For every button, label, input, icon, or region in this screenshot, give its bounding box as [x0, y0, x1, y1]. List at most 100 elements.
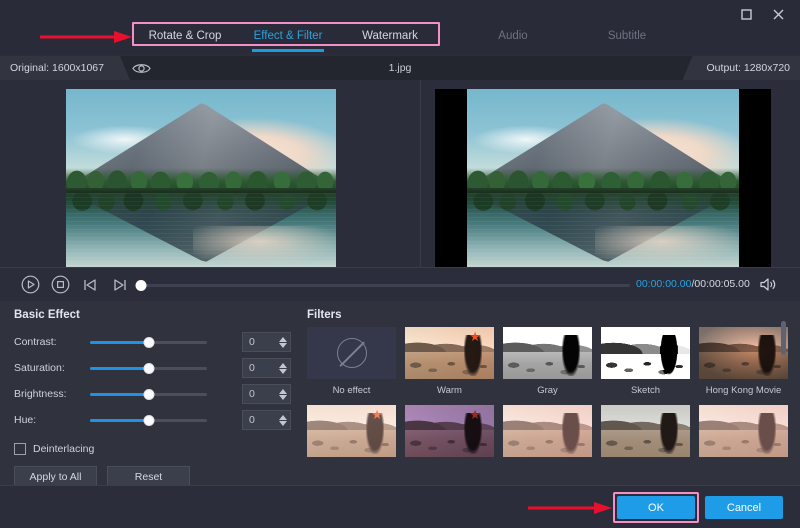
filter-item-row2-1[interactable]: ★	[307, 405, 396, 457]
brightness-slider-row: Brightness: 0	[14, 381, 295, 407]
saturation-stepper[interactable]: 0	[242, 358, 291, 378]
filter-thumbnail: ★	[405, 327, 494, 379]
filter-item-gray[interactable]: Gray	[503, 327, 592, 396]
stop-button[interactable]	[48, 273, 72, 297]
filter-thumbnail	[601, 405, 690, 457]
chevron-down-icon[interactable]	[279, 421, 287, 426]
tab-audio[interactable]: Audio	[478, 30, 548, 42]
output-preview-pane	[421, 80, 800, 267]
arrow-to-tabs-annotation	[40, 31, 132, 43]
cancel-button[interactable]: Cancel	[705, 496, 783, 519]
saturation-value: 0	[243, 362, 276, 374]
chevron-up-icon[interactable]	[279, 389, 287, 394]
filters-panel: Filters No effect ★	[295, 301, 800, 485]
tab-label: Effect & Filter	[254, 30, 323, 42]
tab-subtitle[interactable]: Subtitle	[592, 30, 662, 42]
hue-value: 0	[243, 414, 276, 426]
deinterlacing-checkbox[interactable]	[14, 443, 26, 455]
filter-item-warm[interactable]: ★ Warm	[405, 327, 494, 396]
contrast-slider-fill	[90, 341, 149, 344]
saturation-slider[interactable]	[90, 367, 207, 370]
filter-item-no-effect[interactable]: No effect	[307, 327, 396, 396]
contrast-slider[interactable]	[90, 341, 207, 344]
hue-stepper-arrows[interactable]	[276, 411, 290, 429]
contrast-slider-handle[interactable]	[143, 337, 154, 348]
brightness-label: Brightness:	[14, 388, 90, 400]
brightness-stepper[interactable]: 0	[242, 384, 291, 404]
filter-item-row2-5[interactable]	[699, 405, 788, 457]
source-preview-image	[66, 89, 336, 269]
filter-label: No effect	[333, 385, 371, 396]
filters-scrollbar-thumb[interactable]	[781, 321, 786, 355]
media-info-bar: Original: 1600x1067 Output: 1280x720	[0, 56, 800, 80]
next-frame-icon	[112, 277, 128, 293]
chevron-down-icon[interactable]	[279, 343, 287, 348]
filter-item-row2-3[interactable]	[503, 405, 592, 457]
tab-effect-filter[interactable]: Effect & Filter	[243, 30, 333, 42]
stop-icon	[51, 275, 70, 294]
chevron-up-icon[interactable]	[279, 337, 287, 342]
ok-button[interactable]: OK	[617, 496, 695, 519]
brightness-value: 0	[243, 388, 276, 400]
basic-effect-buttons: Apply to All Reset	[14, 466, 295, 487]
contrast-stepper-arrows[interactable]	[276, 333, 290, 351]
output-resolution-chip: Output: 1280x720	[683, 56, 800, 80]
chevron-down-icon[interactable]	[279, 369, 287, 374]
chevron-down-icon[interactable]	[279, 395, 287, 400]
filter-thumbnail	[503, 405, 592, 457]
brightness-stepper-arrows[interactable]	[276, 385, 290, 403]
current-time-label: 00:00:00.00	[636, 278, 691, 290]
total-time-label: 00:00:05.00	[694, 278, 749, 290]
chevron-up-icon[interactable]	[279, 363, 287, 368]
reset-label: Reset	[135, 471, 162, 483]
contrast-stepper[interactable]: 0	[242, 332, 291, 352]
previous-frame-button[interactable]	[78, 273, 102, 297]
tab-watermark[interactable]: Watermark	[348, 30, 432, 42]
filter-thumbnail: ★	[405, 405, 494, 457]
reset-button[interactable]: Reset	[107, 466, 190, 487]
filter-item-hong-kong-movie[interactable]: Hong Kong Movie	[699, 327, 788, 396]
original-resolution-chip: Original: 1600x1067	[0, 56, 130, 80]
volume-button[interactable]	[760, 277, 777, 297]
timeline-handle[interactable]	[136, 280, 147, 291]
filter-label: Sketch	[631, 385, 660, 396]
eye-icon	[132, 62, 151, 75]
deinterlacing-row[interactable]: Deinterlacing	[14, 440, 295, 458]
tab-rotate-crop[interactable]: Rotate & Crop	[140, 30, 230, 42]
cancel-label: Cancel	[727, 502, 761, 514]
hue-slider[interactable]	[90, 419, 207, 422]
filter-item-row2-4[interactable]	[601, 405, 690, 457]
contrast-slider-row: Contrast: 0	[14, 329, 295, 355]
output-resolution-label: Output: 1280x720	[707, 62, 790, 74]
filter-label: Warm	[437, 385, 462, 396]
hue-stepper[interactable]: 0	[242, 410, 291, 430]
saturation-stepper-arrows[interactable]	[276, 359, 290, 377]
next-frame-button[interactable]	[108, 273, 132, 297]
playback-controls-bar: 00:00:00.00/00:00:05.00	[0, 267, 800, 301]
apply-to-all-label: Apply to All	[30, 471, 82, 483]
timeline-scrubber[interactable]	[138, 284, 630, 287]
filter-label: Gray	[537, 385, 558, 396]
basic-effect-panel: Basic Effect Contrast: 0 Saturation:	[0, 301, 295, 485]
filter-item-row2-2[interactable]: ★	[405, 405, 494, 457]
timecode-display: 00:00:00.00/00:00:05.00	[636, 278, 750, 290]
brightness-slider-handle[interactable]	[143, 389, 154, 400]
filters-row-1: No effect ★ Warm	[307, 327, 800, 396]
no-effect-icon	[337, 338, 367, 368]
preview-toggle-button[interactable]	[132, 56, 151, 80]
brightness-slider-fill	[90, 393, 149, 396]
filters-scrollbar[interactable]	[781, 321, 786, 471]
saturation-slider-handle[interactable]	[143, 363, 154, 374]
hue-slider-handle[interactable]	[143, 415, 154, 426]
basic-effect-title: Basic Effect	[14, 309, 295, 321]
chevron-up-icon[interactable]	[279, 415, 287, 420]
filters-title: Filters	[307, 309, 800, 321]
play-button[interactable]	[18, 273, 42, 297]
apply-to-all-button[interactable]: Apply to All	[14, 466, 97, 487]
tab-label: Audio	[498, 30, 527, 42]
tab-label: Watermark	[362, 30, 418, 42]
filter-thumbnail	[699, 327, 788, 379]
filter-thumbnail: ★	[307, 405, 396, 457]
filter-item-sketch[interactable]: Sketch	[601, 327, 690, 396]
brightness-slider[interactable]	[90, 393, 207, 396]
